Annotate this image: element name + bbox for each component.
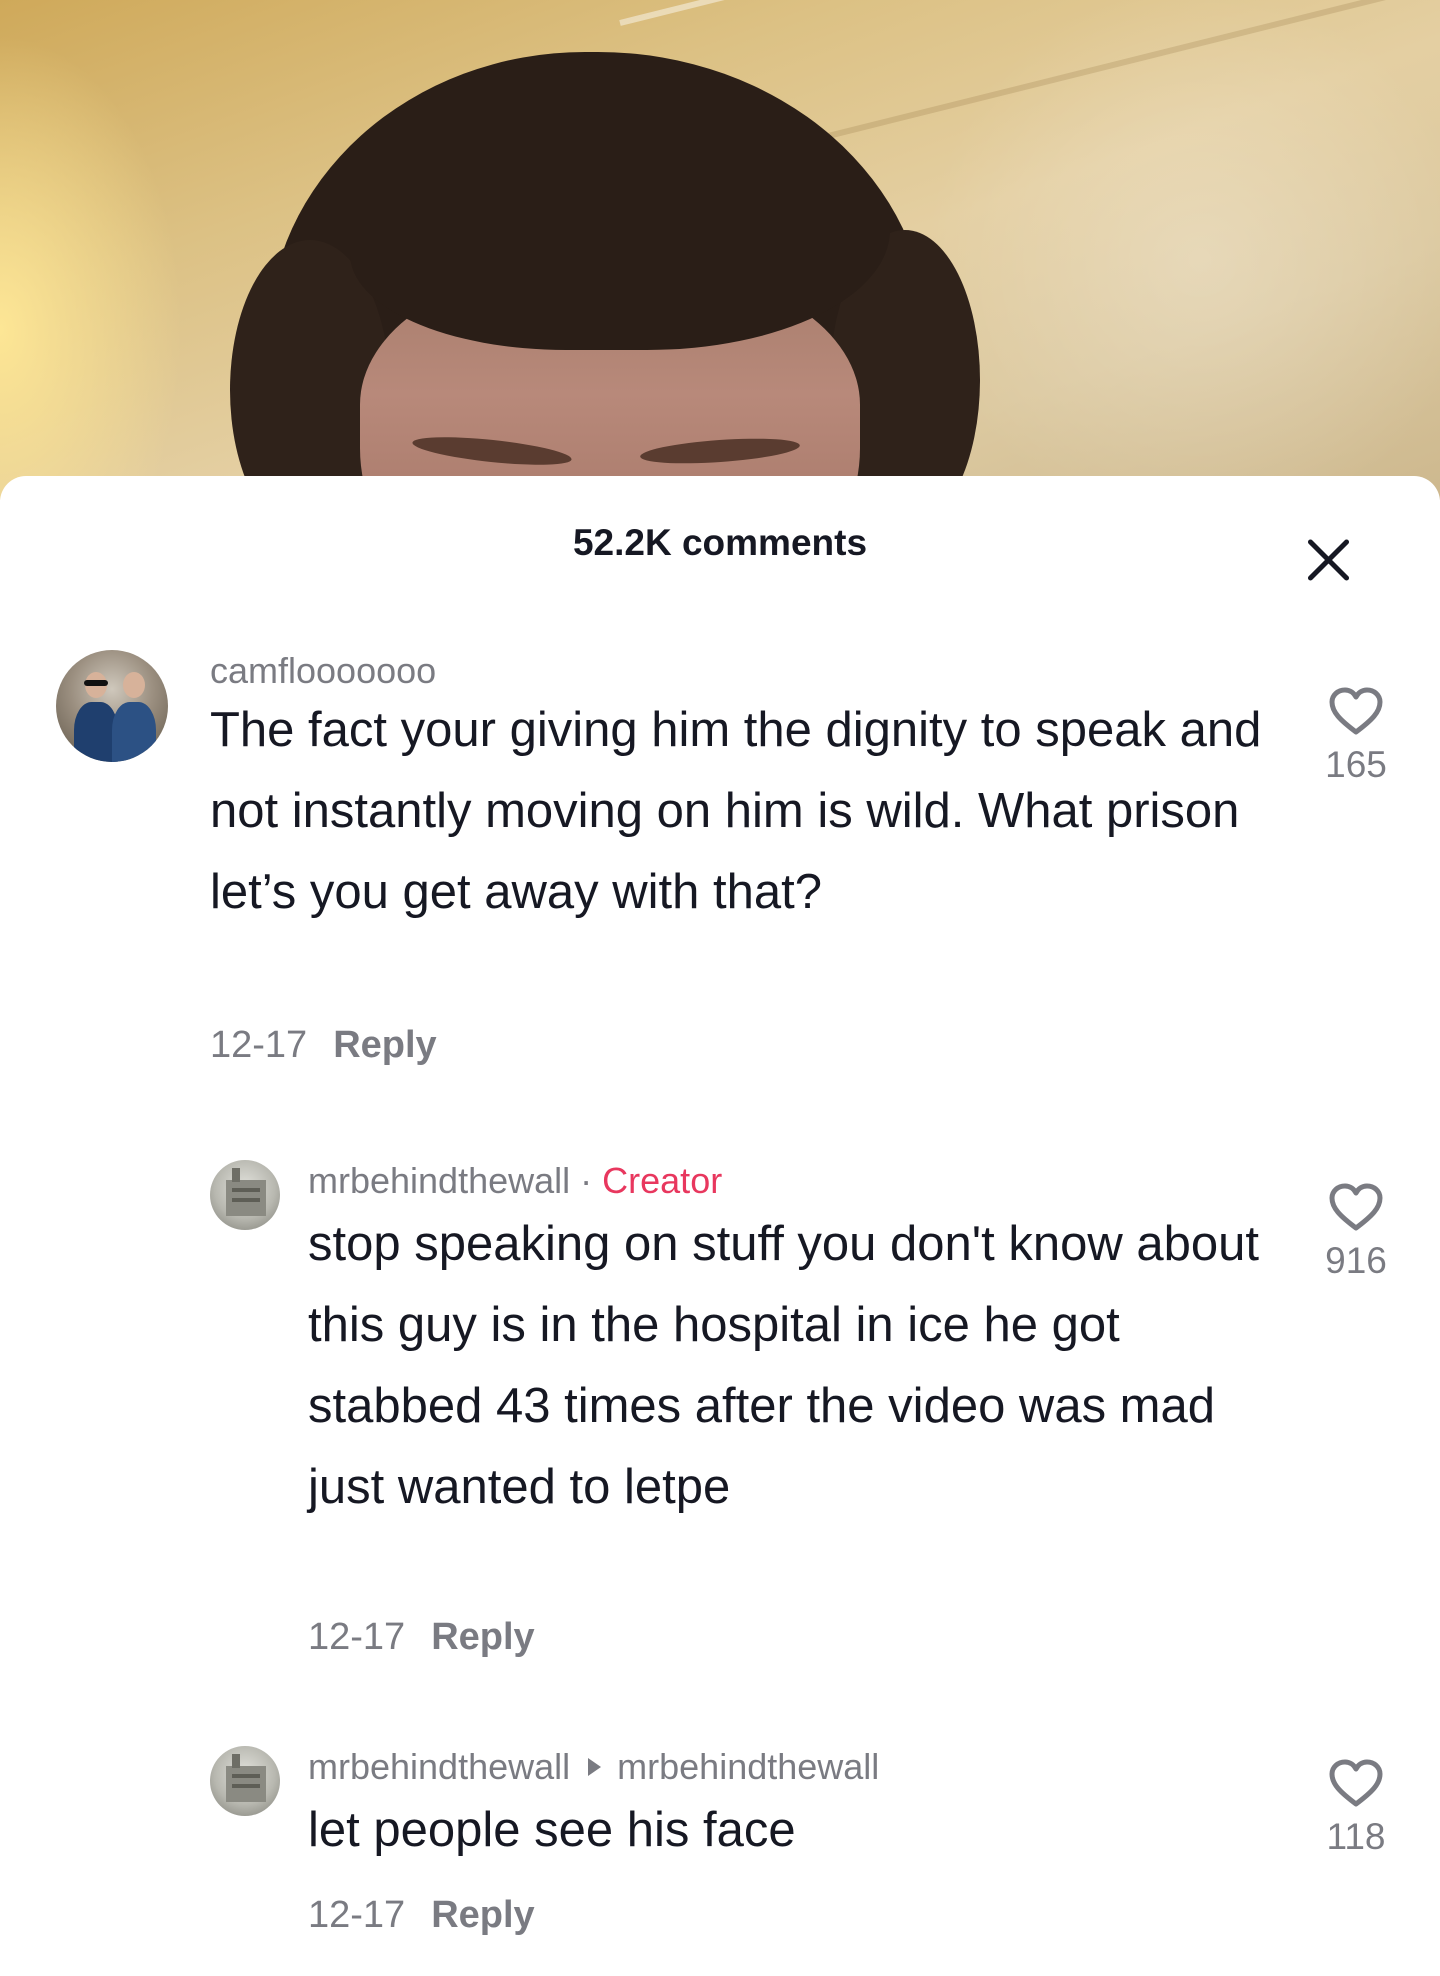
reply-button[interactable]: Reply [333, 1024, 436, 1066]
comment-username: mrbehindthewall · Creator [308, 1160, 722, 1202]
reply-username[interactable]: mrbehindthewall [308, 1160, 570, 1201]
avatar[interactable] [210, 1746, 280, 1816]
comments-sheet: 52.2K comments camflooooooo The fact you… [0, 476, 1440, 1976]
comment-text: The fact your giving him the dignity to … [210, 703, 1262, 919]
comment-date: 12-17 [308, 1616, 406, 1658]
heart-outline-icon [1329, 687, 1383, 735]
reply-username[interactable]: mrbehindthewall [308, 1746, 570, 1787]
reply-button[interactable]: Reply [431, 1894, 534, 1936]
heart-outline-icon [1329, 1183, 1383, 1231]
comment-meta: 12-17 Reply [308, 1894, 535, 1937]
comments-header: 52.2K comments [0, 476, 1440, 606]
reply-to-username[interactable]: mrbehindthewall [617, 1746, 879, 1787]
avatar-figure [123, 672, 145, 698]
comment-meta: 12-17 Reply [308, 1616, 535, 1659]
like-button[interactable]: 165 [1306, 686, 1406, 786]
comment-text: stop speaking on stuff you don't know ab… [308, 1217, 1260, 1514]
avatar-figure [84, 680, 108, 686]
comment-meta: 12-17 Reply [210, 1024, 437, 1067]
like-button[interactable]: 916 [1306, 1182, 1406, 1282]
video-background [0, 0, 1440, 500]
avatar-figure [226, 1754, 266, 1802]
comment-count: 52.2K comments [572, 522, 868, 563]
like-count: 118 [1326, 1816, 1386, 1857]
close-icon[interactable] [1304, 536, 1352, 584]
creator-badge: Creator [602, 1160, 723, 1201]
comment-date: 12-17 [308, 1894, 406, 1936]
avatar-figure [112, 702, 156, 762]
comment-username[interactable]: camflooooooo [210, 650, 436, 692]
separator-dot: · [580, 1160, 593, 1201]
like-button[interactable]: 118 [1306, 1758, 1406, 1858]
reply-button[interactable]: Reply [431, 1616, 534, 1658]
reply-arrow-icon [588, 1758, 602, 1776]
heart-outline-icon [1329, 1759, 1383, 1807]
avatar[interactable] [210, 1160, 280, 1230]
comment-date: 12-17 [210, 1024, 308, 1066]
avatar[interactable] [56, 650, 168, 762]
comment-username: mrbehindthewall mrbehindthewall [308, 1746, 879, 1788]
like-count: 165 [1325, 744, 1387, 785]
avatar-figure [226, 1168, 266, 1216]
comment-text: let people see his face [308, 1803, 796, 1857]
like-count: 916 [1325, 1240, 1387, 1281]
wall-light [900, 0, 1440, 500]
